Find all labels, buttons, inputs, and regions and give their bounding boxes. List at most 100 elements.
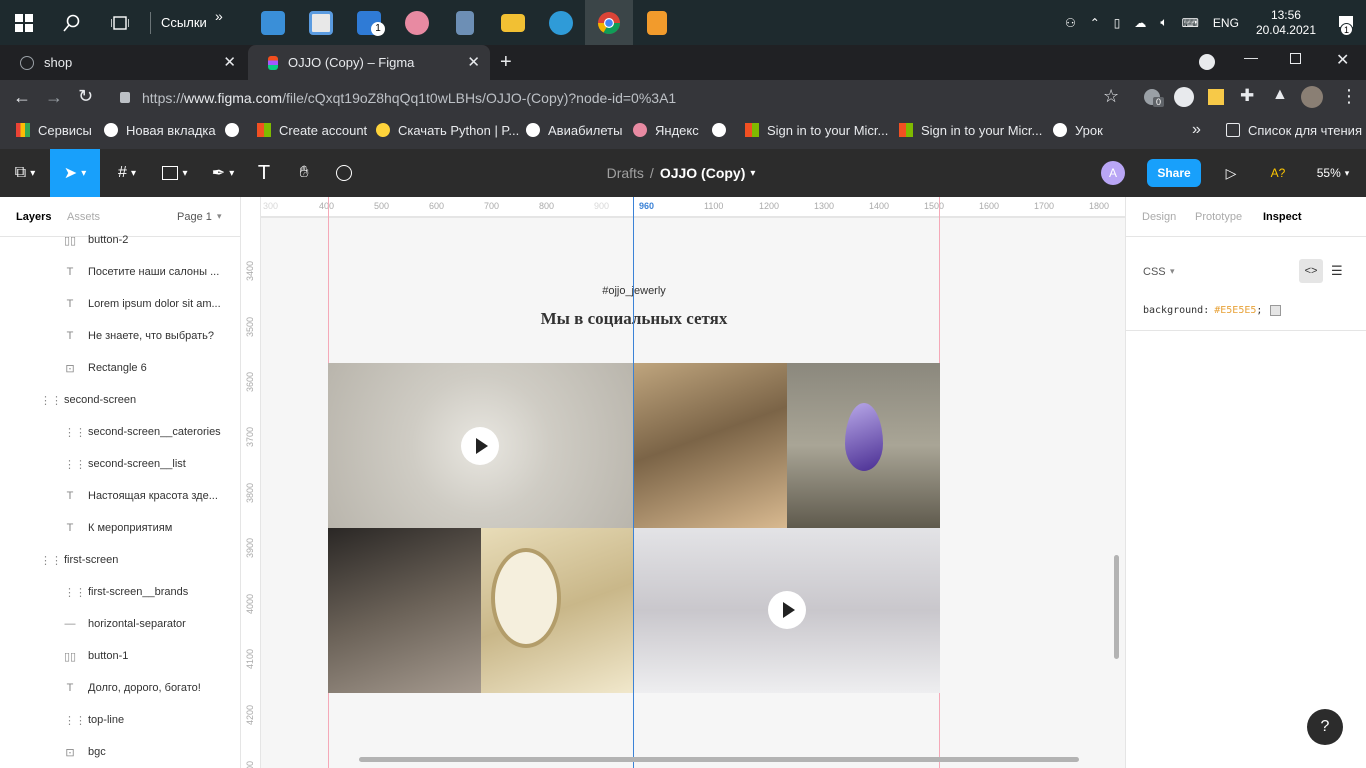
tab-inspect[interactable]: Inspect [1263,211,1302,223]
layer-row[interactable]: ⊡ bgc [64,736,105,768]
tab-search-icon[interactable] [1199,54,1215,70]
close-tab-icon[interactable]: ✕ [467,53,480,71]
battery-icon[interactable]: ▯ [1114,16,1121,30]
figma-menu-icon[interactable]: ⧉ ▾ [0,149,50,197]
layer-row[interactable]: ⋮⋮ first-screen__brands [64,576,188,608]
network-icon[interactable]: ☁ [1134,16,1146,30]
people-icon[interactable]: ⚇ [1065,16,1076,30]
links-chevron-icon[interactable]: » [215,8,249,24]
css-code-line[interactable]: background: #E5E5E5 ; [1143,305,1282,316]
volume-icon[interactable]: 🔈︎ [1160,15,1167,30]
photo-glasses-rings[interactable] [634,363,787,528]
tab-assets[interactable]: Assets [67,211,100,223]
layer-row[interactable]: T К мероприятиям [64,512,173,544]
code-language-dropdown[interactable]: CSS [1143,266,1166,278]
tab-layers[interactable]: Layers [16,211,51,223]
bookmark-new-tab[interactable]: Новая вкладка [104,120,216,140]
layer-row[interactable]: ⋮⋮ second-screen [40,384,136,416]
hand-tool-icon[interactable]: ✋︎ [288,149,320,197]
language-indicator[interactable]: ENG [1213,16,1239,30]
section-heading[interactable]: Мы в социальных сетях [486,309,782,329]
photo-hands-ring[interactable] [634,528,940,693]
photo-rings-pearls[interactable] [328,363,634,528]
layer-row[interactable]: ⋮⋮ top-line [64,704,124,736]
clock[interactable]: 13:56 20.04.2021 [1256,8,1316,38]
extensions-puzzle-icon[interactable]: ✚ [1240,86,1254,106]
photo-ring-box[interactable] [328,528,481,693]
layer-row[interactable]: ⋮⋮ second-screen__list [64,448,186,480]
layer-row[interactable]: ▯▯ button-1 [64,640,128,672]
present-play-icon[interactable]: ▷ [1219,149,1243,197]
play-icon[interactable] [461,427,499,465]
bookmark-globe-2[interactable] [712,120,734,140]
code-view-icon[interactable]: <> [1299,259,1323,283]
taskbar-app-computer[interactable] [249,0,297,45]
comment-tool-icon[interactable] [328,149,360,197]
minimize-icon[interactable]: — [1244,49,1258,65]
layer-row[interactable]: ⋮⋮ second-screen__caterories [64,416,221,448]
search-icon[interactable] [48,0,96,45]
tab-prototype[interactable]: Prototype [1195,211,1242,223]
notifications-icon[interactable]: 1 [1326,0,1366,45]
taskbar-app-mail[interactable]: 1 [345,0,393,45]
taskbar-app-chrome[interactable] [585,0,633,45]
text-tool-icon[interactable]: T [248,149,280,197]
tray-chevron-icon[interactable]: ⌃ [1090,16,1100,30]
play-icon[interactable] [768,591,806,629]
frame-tool-icon[interactable]: # ▾ [104,149,150,197]
bookmark-services[interactable]: Сервисы [16,120,92,140]
missing-fonts-button[interactable]: A? [1262,149,1294,197]
close-window-icon[interactable]: ✕ [1336,50,1349,70]
taskbar-app-explorer[interactable] [489,0,537,45]
bookmark-star-icon[interactable]: ☆ [1103,86,1119,107]
forward-icon[interactable]: → [45,87,63,108]
file-name[interactable]: OJJO (Copy) [660,165,746,181]
bookmark-globe[interactable] [225,120,247,140]
photo-amethyst[interactable] [787,363,940,528]
extension-refresh-icon[interactable] [1174,87,1194,107]
zoom-dropdown[interactable]: 55% ▾ [1308,149,1358,197]
address-bar[interactable]: https://www.figma.com/file/cQxqt19oZ8hqQ… [112,84,1132,112]
help-button[interactable]: ? [1307,709,1343,745]
taskbar-app-yandex[interactable] [393,0,441,45]
layer-row[interactable]: ⊡ Rectangle 6 [64,352,146,384]
new-tab-icon[interactable]: + [500,51,512,74]
pen-tool-icon[interactable]: ✒ ▾ [200,149,246,197]
taskbar-app-calculator[interactable] [441,0,489,45]
page-selector[interactable]: Page 1 [177,211,212,223]
design-canvas[interactable]: 300 400 500 600 700 800 900 960 1100 1200 1300 1400… [241,197,1125,768]
taskbar-app-sublime[interactable] [633,0,681,45]
layer-row[interactable]: T Настоящая красота зде... [64,480,218,512]
task-view-icon[interactable] [96,0,144,45]
extension-home-icon[interactable] [1208,89,1224,105]
tab-design[interactable]: Design [1142,211,1176,223]
user-avatar[interactable]: A [1101,161,1125,185]
bookmark-yandex[interactable]: Яндекс [633,120,699,140]
taskbar-app-telegram[interactable] [537,0,585,45]
layer-row[interactable]: T Долго, дорого, богато! [64,672,201,704]
reload-icon[interactable]: ↻ [78,86,93,107]
share-button[interactable]: Share [1147,159,1201,187]
links-toolbar-label[interactable]: Ссылки [161,15,215,30]
layer-row[interactable]: T Не знаете, что выбрать? [64,320,214,352]
layer-row[interactable]: — horizontal-separator [64,608,186,640]
horizontal-scrollbar[interactable] [359,757,1079,762]
close-tab-icon[interactable]: ✕ [223,53,236,71]
bookmarks-more-icon[interactable]: » [1192,120,1201,140]
windows-start-icon[interactable] [0,0,48,45]
tab-shop[interactable]: shop ✕ [0,45,246,80]
rectangle-tool-icon[interactable]: ▾ [152,149,198,197]
vertical-scrollbar[interactable] [1114,555,1119,659]
menu-kebab-icon[interactable]: ⋮ [1340,86,1358,107]
bookmark-python[interactable]: Скачать Python | P... [376,120,519,140]
layer-row[interactable]: T Lorem ipsum dolor sit am... [64,288,221,320]
taskbar-app-store[interactable] [297,0,345,45]
restore-icon[interactable] [1290,53,1301,64]
breadcrumb-root[interactable]: Drafts [607,165,644,181]
list-view-icon[interactable]: ☰ [1331,263,1343,279]
extension-flask-icon[interactable]: ▲ [1272,86,1288,104]
keyboard-icon[interactable]: ⌨ [1182,16,1199,30]
back-icon[interactable]: ← [13,87,31,108]
layer-row[interactable]: ⋮⋮ first-screen [40,544,118,576]
bookmark-microsoft-2[interactable]: Sign in to your Micr... [899,120,1042,140]
